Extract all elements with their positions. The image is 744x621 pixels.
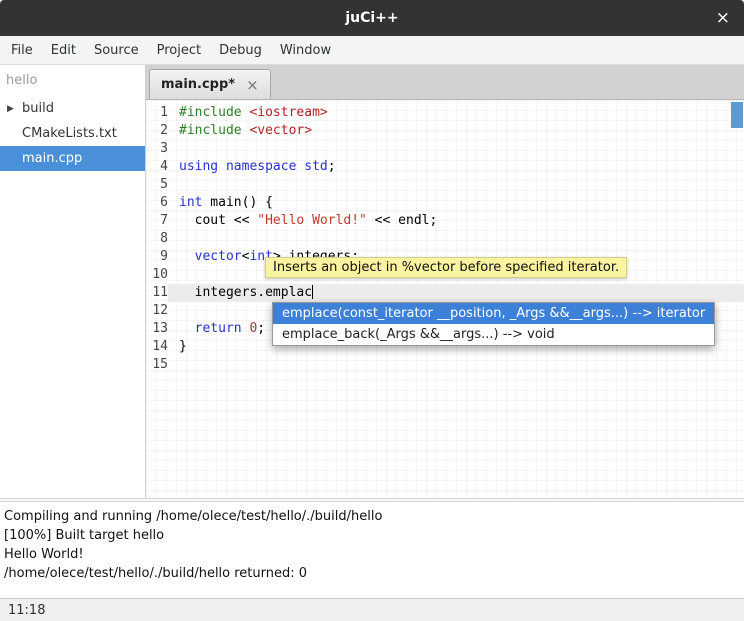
code-text: int main() { — [168, 194, 744, 212]
menu-item-source[interactable]: Source — [85, 36, 148, 64]
tree-item-build[interactable]: ▶ build — [0, 96, 145, 121]
code-line-11[interactable]: 11 integers.emplac — [146, 284, 744, 302]
tab-label: main.cpp* — [161, 77, 235, 92]
tab-main-cpp[interactable]: main.cpp* × — [149, 69, 271, 99]
line-number: 1 — [146, 104, 168, 122]
output-line: /home/olece/test/hello/./build/hello ret… — [4, 564, 740, 583]
line-number: 13 — [146, 320, 168, 338]
code-line-15[interactable]: 15 — [146, 356, 744, 374]
doc-tooltip: Inserts an object in %vector before spec… — [265, 257, 627, 278]
code-text: #include <vector> — [168, 122, 744, 140]
code-line-4[interactable]: 4using namespace std; — [146, 158, 744, 176]
tab-bar: main.cpp* × — [146, 65, 744, 100]
code-text — [168, 230, 744, 248]
tree-item-label: build — [22, 101, 54, 116]
line-number: 14 — [146, 338, 168, 356]
code-text — [168, 356, 744, 374]
line-number: 2 — [146, 122, 168, 140]
window-title: juCi++ — [345, 10, 398, 26]
code-text: #include <iostream> — [168, 104, 744, 122]
file-tree-panel: hello ▶ build CMakeLists.txt main.cpp — [0, 65, 146, 498]
menu-item-window[interactable]: Window — [271, 36, 340, 64]
line-number: 15 — [146, 356, 168, 374]
output-panel[interactable]: Compiling and running /home/olece/test/h… — [0, 502, 744, 598]
line-number: 10 — [146, 266, 168, 284]
code-line-2[interactable]: 2#include <vector> — [146, 122, 744, 140]
output-line: Hello World! — [4, 545, 740, 564]
code-line-1[interactable]: 1#include <iostream> — [146, 104, 744, 122]
status-bar: 11:18 — [0, 598, 744, 621]
code-editor[interactable]: 1#include <iostream>2#include <vector>34… — [146, 100, 744, 498]
output-line: Compiling and running /home/olece/test/h… — [4, 507, 740, 526]
main-area: hello ▶ build CMakeLists.txt main.cpp ma… — [0, 65, 744, 498]
project-name: hello — [0, 68, 145, 96]
code-text: integers.emplac — [168, 284, 744, 302]
line-number: 3 — [146, 140, 168, 158]
code-line-6[interactable]: 6int main() { — [146, 194, 744, 212]
code-text — [168, 176, 744, 194]
code-text: cout << "Hello World!" << endl; — [168, 212, 744, 230]
line-number: 7 — [146, 212, 168, 230]
tree-item-label: CMakeLists.txt — [22, 126, 117, 141]
vertical-scrollbar-thumb[interactable] — [731, 102, 743, 128]
line-number: 12 — [146, 302, 168, 320]
cursor-position: 11:18 — [8, 603, 45, 618]
text-cursor — [312, 285, 313, 299]
code-line-8[interactable]: 8 — [146, 230, 744, 248]
tab-close-icon[interactable]: × — [246, 76, 259, 94]
menubar: File Edit Source Project Debug Window — [0, 36, 744, 65]
jucipp-window: juCi++ × File Edit Source Project Debug … — [0, 0, 744, 621]
editor-pane: main.cpp* × 1#include <iostream>2#includ… — [146, 65, 744, 498]
titlebar[interactable]: juCi++ × — [0, 0, 744, 36]
menu-item-debug[interactable]: Debug — [210, 36, 271, 64]
code-line-7[interactable]: 7 cout << "Hello World!" << endl; — [146, 212, 744, 230]
tree-item-main-cpp[interactable]: main.cpp — [0, 146, 145, 171]
line-number: 6 — [146, 194, 168, 212]
completion-popup: emplace(const_iterator __position, _Args… — [272, 302, 715, 346]
line-number: 9 — [146, 248, 168, 266]
completion-item-emplace[interactable]: emplace(const_iterator __position, _Args… — [273, 303, 714, 324]
menu-item-project[interactable]: Project — [148, 36, 210, 64]
code-line-3[interactable]: 3 — [146, 140, 744, 158]
line-number: 11 — [146, 284, 168, 302]
menu-item-edit[interactable]: Edit — [42, 36, 85, 64]
code-text: using namespace std; — [168, 158, 744, 176]
code-text — [168, 140, 744, 158]
window-close-icon[interactable]: × — [716, 0, 730, 36]
expand-arrow-icon[interactable]: ▶ — [7, 104, 14, 114]
code-line-5[interactable]: 5 — [146, 176, 744, 194]
tree-item-label: main.cpp — [22, 151, 82, 166]
menu-item-file[interactable]: File — [2, 36, 42, 64]
line-number: 8 — [146, 230, 168, 248]
output-line: [100%] Built target hello — [4, 526, 740, 545]
line-number: 4 — [146, 158, 168, 176]
completion-item-emplace-back[interactable]: emplace_back(_Args &&__args...) --> void — [273, 324, 714, 345]
line-number: 5 — [146, 176, 168, 194]
tree-item-cmakelists[interactable]: CMakeLists.txt — [0, 121, 145, 146]
